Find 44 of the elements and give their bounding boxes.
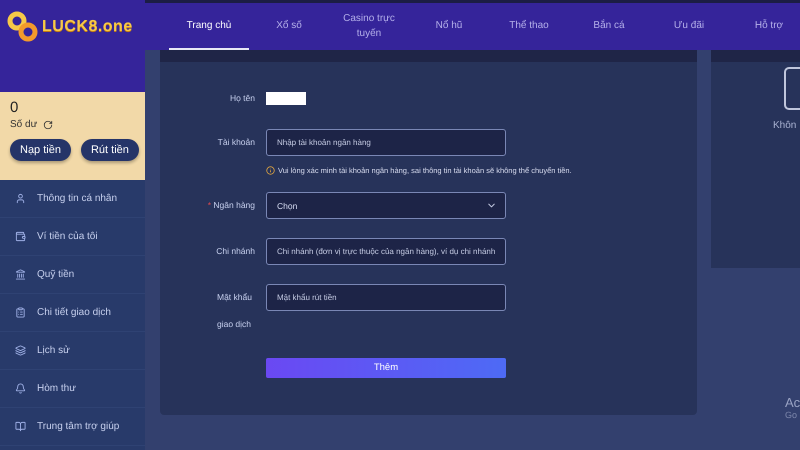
wallet-button[interactable]: Nạp tiền [10,139,71,161]
empty-icon [784,67,800,110]
mail-icon [15,383,26,394]
clipboard-icon [15,307,26,318]
field-label: * Ngân hàng [206,199,256,212]
sidebar-item[interactable]: Quỹ tiền [0,256,145,294]
overlay-text: Go [785,410,798,420]
field-label: Tài khoản [216,136,256,149]
nav-tab[interactable]: Hỗ trợ [729,3,800,50]
info-icon [266,166,275,175]
overlay-text: Ac [785,395,800,410]
field-label: Họ tên [228,92,256,105]
sidebar-item[interactable]: Trung tâm trợ giúp [0,408,145,446]
sidebar-item[interactable]: Ví tiền của tôi [0,218,145,256]
name-value [266,92,306,105]
input-field[interactable]: Mật khẩu rút tiền [266,284,506,311]
empty-text: Khôn [773,120,796,131]
nav-tab[interactable]: Bắn cá [569,3,649,50]
history-icon [15,345,26,356]
book-icon [15,421,26,432]
sidebar-item[interactable]: Thông tin cá nhân [0,180,145,218]
bank-select[interactable]: Chọn [266,192,506,219]
refresh-icon[interactable] [43,120,54,130]
wallet-button[interactable]: Rút tiền [80,139,139,161]
nav-tab[interactable]: Xổ số [249,3,329,50]
sidebar-item[interactable]: Chi tiết giao dịch [0,294,145,332]
nav-tab[interactable]: Thể thao [489,3,569,50]
balance-label: Số dư [10,119,38,130]
nav-tab[interactable]: Casino trực tuyến [329,3,409,50]
nav-tab[interactable]: Nổ hũ [409,3,489,50]
sidebar-item[interactable]: Hòm thư [0,370,145,408]
field-label: Chi nhánh [215,245,256,258]
balance-amount: 0 [10,99,20,116]
sidebar-item[interactable]: Lịch sử [0,332,145,370]
user-icon [15,193,26,204]
submit-button[interactable]: Thêm [266,358,506,378]
field-label: Mật khẩu giao dịch [216,291,253,331]
logo-icon [6,10,40,44]
input-field[interactable]: Chi nhánh (đơn vị trực thuộc của ngân hàng), ví dụ chi nhánh [266,238,506,265]
wallet-icon [15,231,26,242]
fund-icon [15,269,26,280]
input-field[interactable]: Nhập tài khoản ngân hàng [266,129,506,156]
logo-text: LUCK8.one [42,18,133,36]
nav-tab[interactable]: Ưu đãi [649,3,729,50]
